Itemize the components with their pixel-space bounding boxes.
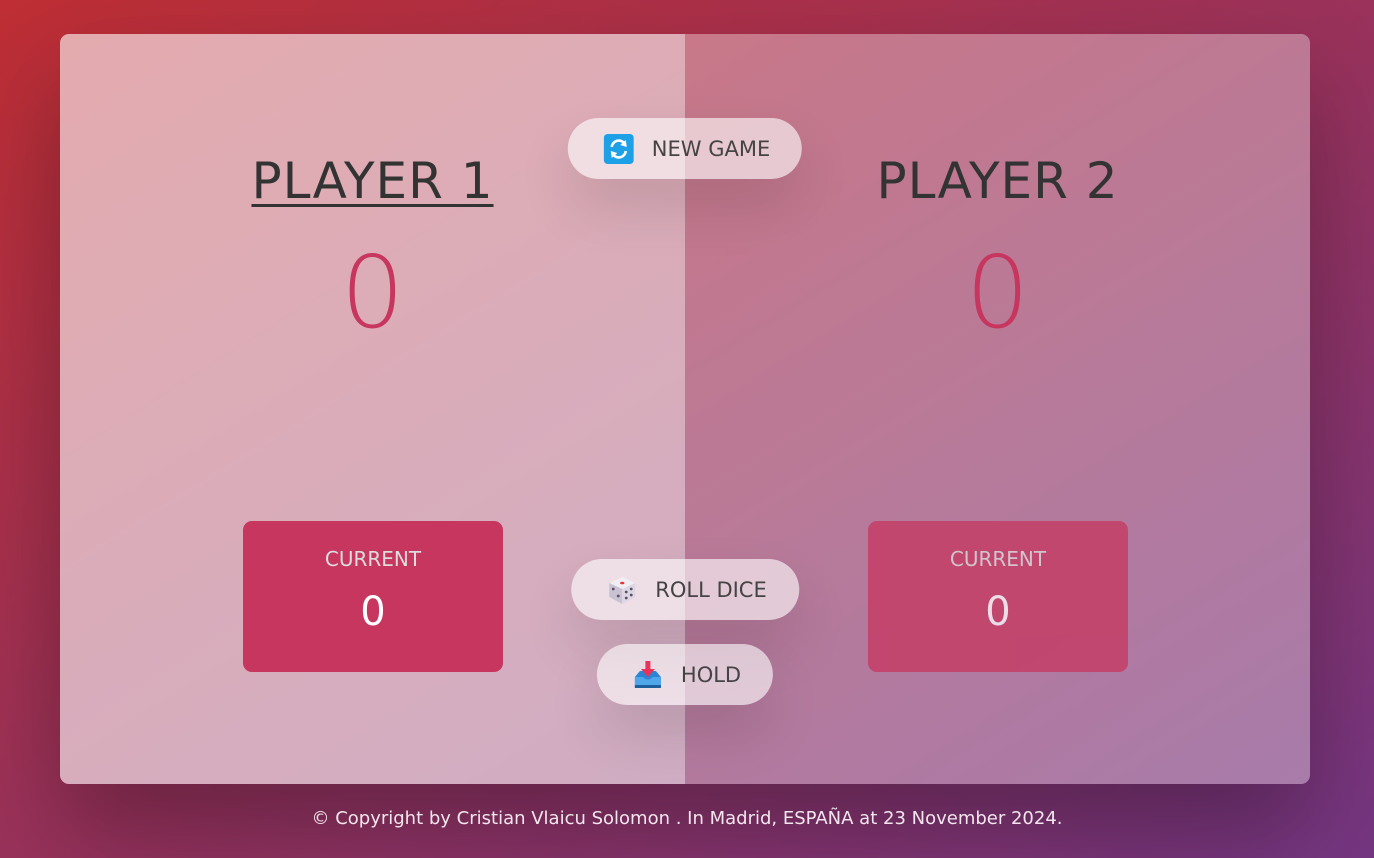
- inbox-tray-icon: [631, 658, 665, 692]
- refresh-icon: [602, 132, 636, 166]
- roll-dice-button[interactable]: ROLL DICE: [571, 559, 799, 620]
- player-1-current-score: 0: [360, 589, 386, 635]
- new-game-button[interactable]: NEW GAME: [567, 118, 803, 179]
- roll-dice-label: ROLL DICE: [655, 577, 767, 602]
- player-2-current-score: 0: [985, 589, 1011, 635]
- dice-icon: [605, 573, 639, 607]
- player-1-current-label: CURRENT: [324, 547, 422, 571]
- player-2-current-label: CURRENT: [949, 547, 1047, 571]
- player-2-current-box: CURRENT 0: [868, 521, 1128, 672]
- game-board: PLAYER 1 0 CURRENT 0 PLAYER 2 0 CURRENT …: [60, 34, 1310, 784]
- copyright-footer: © Copyright by Cristian Vlaicu Solomon .…: [311, 808, 1063, 829]
- hold-label: HOLD: [680, 662, 742, 687]
- player-1-current-box: CURRENT 0: [243, 521, 503, 672]
- player-2-score: 0: [965, 234, 1030, 351]
- hold-button[interactable]: HOLD: [596, 644, 774, 705]
- player-1-score: 0: [340, 234, 405, 351]
- new-game-label: NEW GAME: [651, 136, 771, 161]
